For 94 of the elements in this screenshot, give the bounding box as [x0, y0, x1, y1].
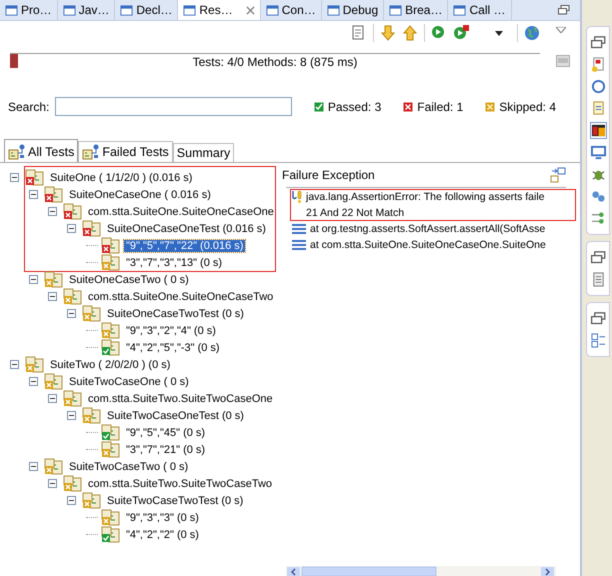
restore-icon[interactable] [590, 35, 606, 50]
dots-icon[interactable] [590, 189, 606, 204]
hierarchy-icon [8, 144, 26, 160]
document-icon[interactable] [590, 57, 606, 72]
circle-icon[interactable] [590, 79, 606, 94]
hierarchy-icon [82, 144, 100, 160]
tree-item[interactable]: SuiteOneCaseOneTest (0.016 s) [105, 222, 268, 234]
document-icon[interactable] [590, 272, 606, 287]
stack-frame-icon [292, 223, 306, 235]
monitor-icon[interactable] [590, 145, 606, 160]
result-tab[interactable]: All Tests [4, 139, 78, 162]
collapse-icon[interactable] [48, 479, 57, 488]
collapse-icon[interactable] [29, 190, 38, 199]
view-tab[interactable]: Res… [178, 0, 261, 20]
failure-title: Failure Exception [282, 168, 375, 182]
up-arrow-icon[interactable] [402, 25, 418, 41]
tree-item[interactable]: SuiteTwoCaseOne ( 0 s) [67, 376, 191, 388]
view-tab[interactable]: Call … [448, 0, 512, 20]
window-icon [183, 4, 196, 16]
window-icon [453, 4, 466, 16]
failure-message: 21 And 22 Not Match [306, 206, 404, 221]
play-icon[interactable] [453, 25, 469, 41]
window-icon [389, 4, 402, 16]
check-icon [314, 102, 324, 112]
skip-icon [485, 102, 496, 112]
tree-item[interactable]: "9","5","7","22" (0.016 s) [124, 240, 246, 252]
search-label: Search: [8, 100, 50, 114]
collapse-icon[interactable] [48, 292, 57, 301]
restore-icon[interactable] [558, 5, 570, 15]
tree-item[interactable]: "3","7","21" (0 s) [124, 444, 208, 456]
test-runner-icon[interactable] [590, 123, 606, 138]
document-icon[interactable] [590, 101, 606, 116]
down-arrow-icon[interactable] [380, 25, 396, 41]
caret-icon[interactable] [495, 30, 503, 36]
view-tab[interactable]: Pro… [0, 0, 58, 20]
tree-item[interactable]: SuiteOneCaseTwo ( 0 s) [67, 274, 191, 286]
restore-icon[interactable] [590, 250, 606, 265]
tree-item[interactable]: "9","3","3" (0 s) [124, 512, 201, 524]
collapse-icon[interactable] [67, 411, 76, 420]
tree-item[interactable]: SuiteTwo ( 2/0/2/0 ) (0 s) [48, 358, 172, 370]
stack-trace-line[interactable]: at com.stta.SuiteOne.SuiteOneCaseOne.SuiteOne [310, 237, 546, 253]
progress-summary: Tests: 4/0 Methods: 8 (875 ms) [192, 54, 358, 68]
play-icon[interactable] [431, 25, 447, 41]
tree-item[interactable]: com.stta.SuiteTwo.SuiteTwoCaseOne [86, 392, 275, 404]
tree-item[interactable]: SuiteOneCaseOne ( 0.016 s) [67, 188, 213, 200]
collapse-icon[interactable] [29, 462, 38, 471]
view-tab[interactable]: Brea… [384, 0, 448, 20]
stack-trace-line[interactable]: at org.testng.asserts.SoftAssert.assertAll(SoftAsse [310, 221, 546, 237]
view-tab[interactable]: Jav… [58, 0, 116, 20]
collapse-icon[interactable] [67, 309, 76, 318]
tree-item[interactable]: SuiteTwoCaseOneTest (0 s) [105, 410, 246, 422]
window-icon [326, 4, 340, 16]
window-icon [266, 4, 279, 16]
view-tab[interactable]: Debug [322, 0, 384, 20]
close-icon[interactable] [246, 6, 255, 14]
result-tab[interactable]: Failed Tests [78, 141, 173, 162]
tree-icon[interactable] [590, 211, 606, 226]
tree-item[interactable]: "4","2","5","-3" (0 s) [124, 342, 222, 354]
tree-item[interactable]: "9","3","2","4" (0 s) [124, 324, 218, 336]
collapse-icon[interactable] [29, 275, 38, 284]
collapse-icon[interactable] [29, 377, 38, 386]
window-icon [5, 4, 18, 16]
horizontal-scrollbar[interactable] [286, 566, 556, 576]
warning-icon [292, 190, 302, 204]
count-label: Failed: 1 [417, 100, 464, 114]
tree-item[interactable]: "4","2","2" (0 s) [124, 528, 201, 540]
view-tab[interactable]: Con… [260, 0, 322, 20]
count-label: Passed: 3 [328, 100, 382, 114]
view-menu-icon[interactable] [556, 27, 566, 33]
tree-item[interactable]: com.stta.SuiteTwo.SuiteTwoCaseTwo [86, 478, 274, 490]
collapse-icon[interactable] [67, 496, 76, 505]
search-field[interactable] [55, 97, 292, 116]
tree-item[interactable]: SuiteOneCaseTwoTest (0 s) [105, 308, 246, 320]
collapse-icon[interactable] [10, 360, 19, 369]
collapse-icon[interactable] [67, 224, 76, 233]
tree-item[interactable]: "9","5","45" (0 s) [124, 426, 208, 438]
tree-item[interactable]: com.stta.SuiteOne.SuiteOneCaseTwo [86, 290, 276, 302]
window-icon [120, 4, 134, 16]
restore-icon[interactable] [590, 311, 606, 326]
window-icon [62, 4, 76, 16]
collapse-icon[interactable] [48, 394, 57, 403]
tree-item[interactable]: SuiteTwoCaseTwo ( 0 s) [67, 460, 190, 472]
layout-icon[interactable] [550, 167, 566, 183]
count-label: Skipped: 4 [499, 100, 556, 114]
tree-item[interactable]: com.stta.SuiteOne.SuiteOneCaseOne [86, 206, 276, 218]
outline-icon[interactable] [590, 333, 606, 348]
collapse-icon[interactable] [10, 173, 19, 182]
cross-icon [403, 102, 414, 112]
collapse-icon[interactable] [48, 207, 57, 216]
globe-icon[interactable] [524, 25, 540, 41]
result-tab[interactable]: Summary [172, 143, 234, 162]
stack-frame-icon [292, 239, 306, 251]
tree-item[interactable]: SuiteTwoCaseTwoTest (0 s) [105, 494, 246, 506]
failure-message: java.lang.AssertionError: The following asserts faile [306, 190, 545, 205]
